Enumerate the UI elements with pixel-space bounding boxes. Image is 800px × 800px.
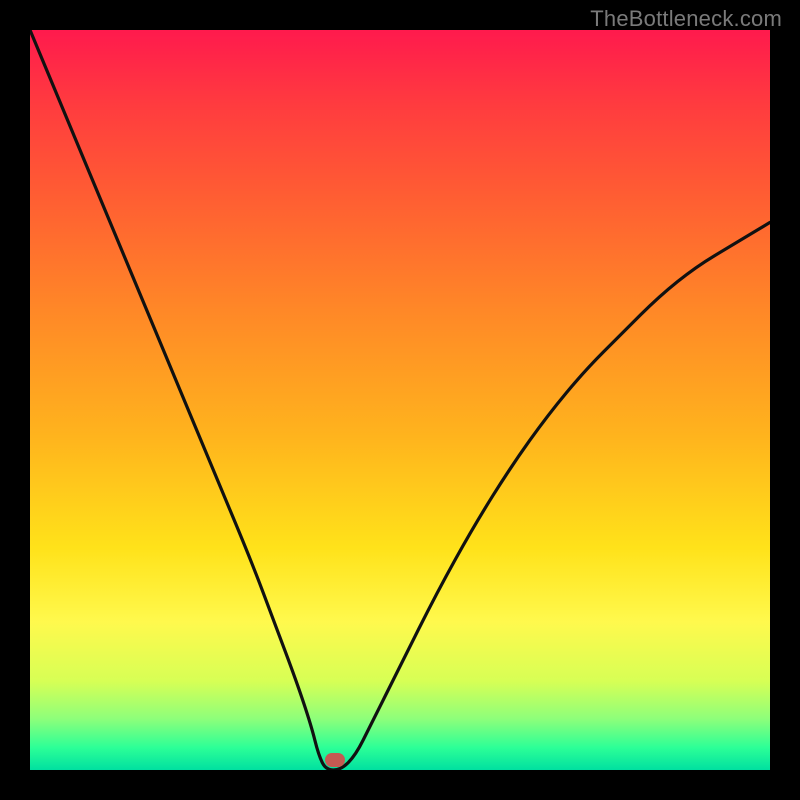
optimal-marker <box>325 753 345 767</box>
plot-area <box>30 30 770 770</box>
curve-svg <box>30 30 770 770</box>
bottleneck-curve <box>30 30 770 770</box>
watermark-text: TheBottleneck.com <box>590 6 782 32</box>
chart-frame: TheBottleneck.com <box>0 0 800 800</box>
